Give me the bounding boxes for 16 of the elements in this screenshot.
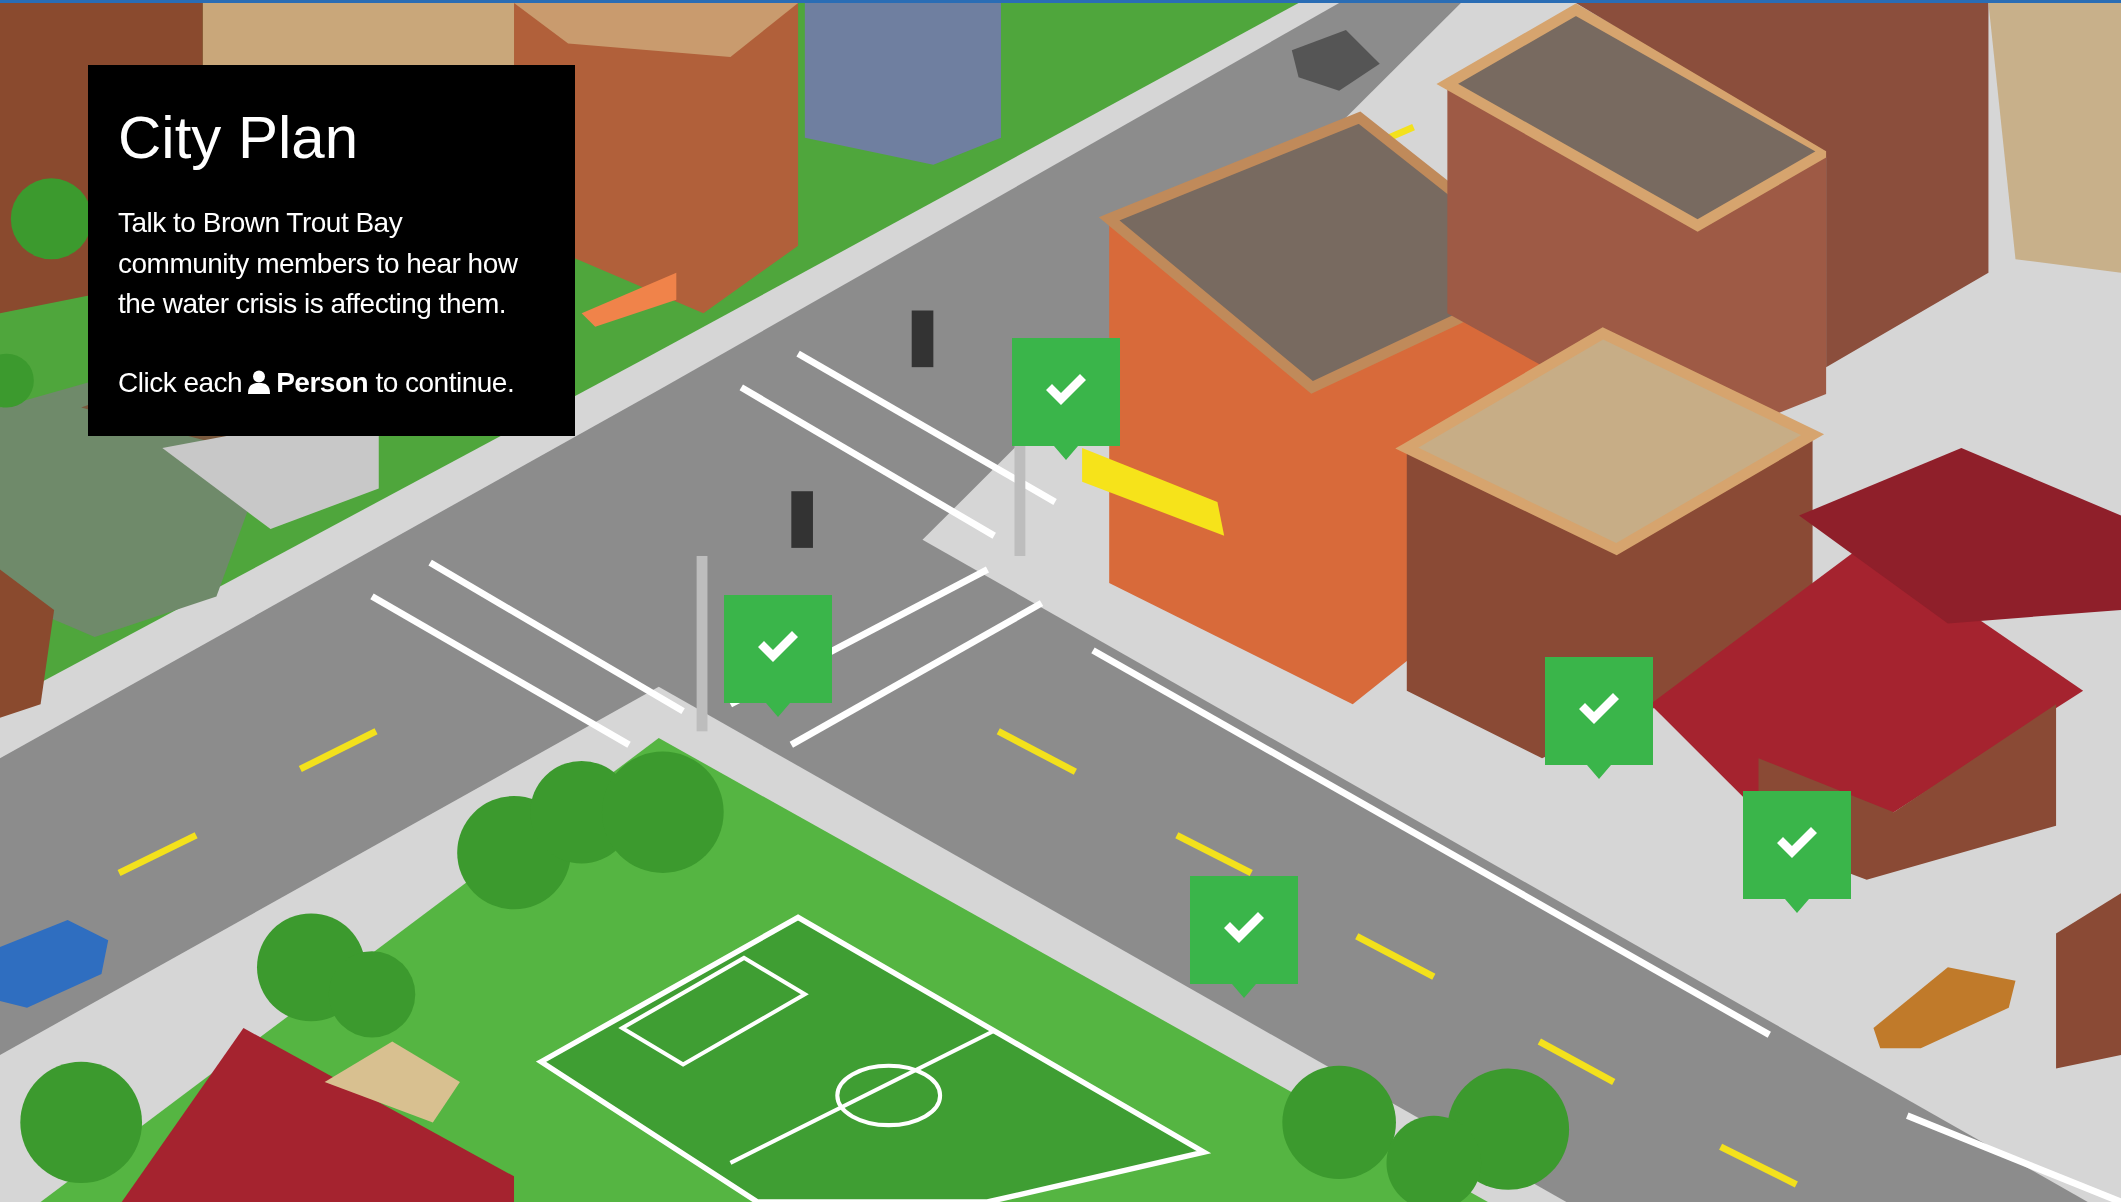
person-icon bbox=[248, 370, 271, 395]
check-icon bbox=[1046, 374, 1086, 405]
map-marker-button[interactable] bbox=[1545, 657, 1653, 781]
check-icon bbox=[1224, 912, 1264, 943]
tree-drawing bbox=[0, 353, 34, 408]
instruction-text: Click each bbox=[118, 365, 243, 400]
check-icon bbox=[1579, 693, 1619, 724]
check-icon bbox=[758, 631, 798, 662]
map-marker-button[interactable] bbox=[1743, 791, 1851, 915]
map-marker-button[interactable] bbox=[1190, 876, 1298, 1000]
map-marker-button[interactable] bbox=[724, 595, 832, 719]
check-icon bbox=[1777, 827, 1817, 858]
panel-title: City Plan bbox=[118, 105, 360, 171]
instruction-text: Person to continue. bbox=[276, 365, 515, 400]
map-marker-button[interactable] bbox=[1012, 338, 1120, 462]
description-text: Talk to Brown Trout Bay community members to hear how the water crisis is affecting them. bbox=[118, 206, 519, 322]
